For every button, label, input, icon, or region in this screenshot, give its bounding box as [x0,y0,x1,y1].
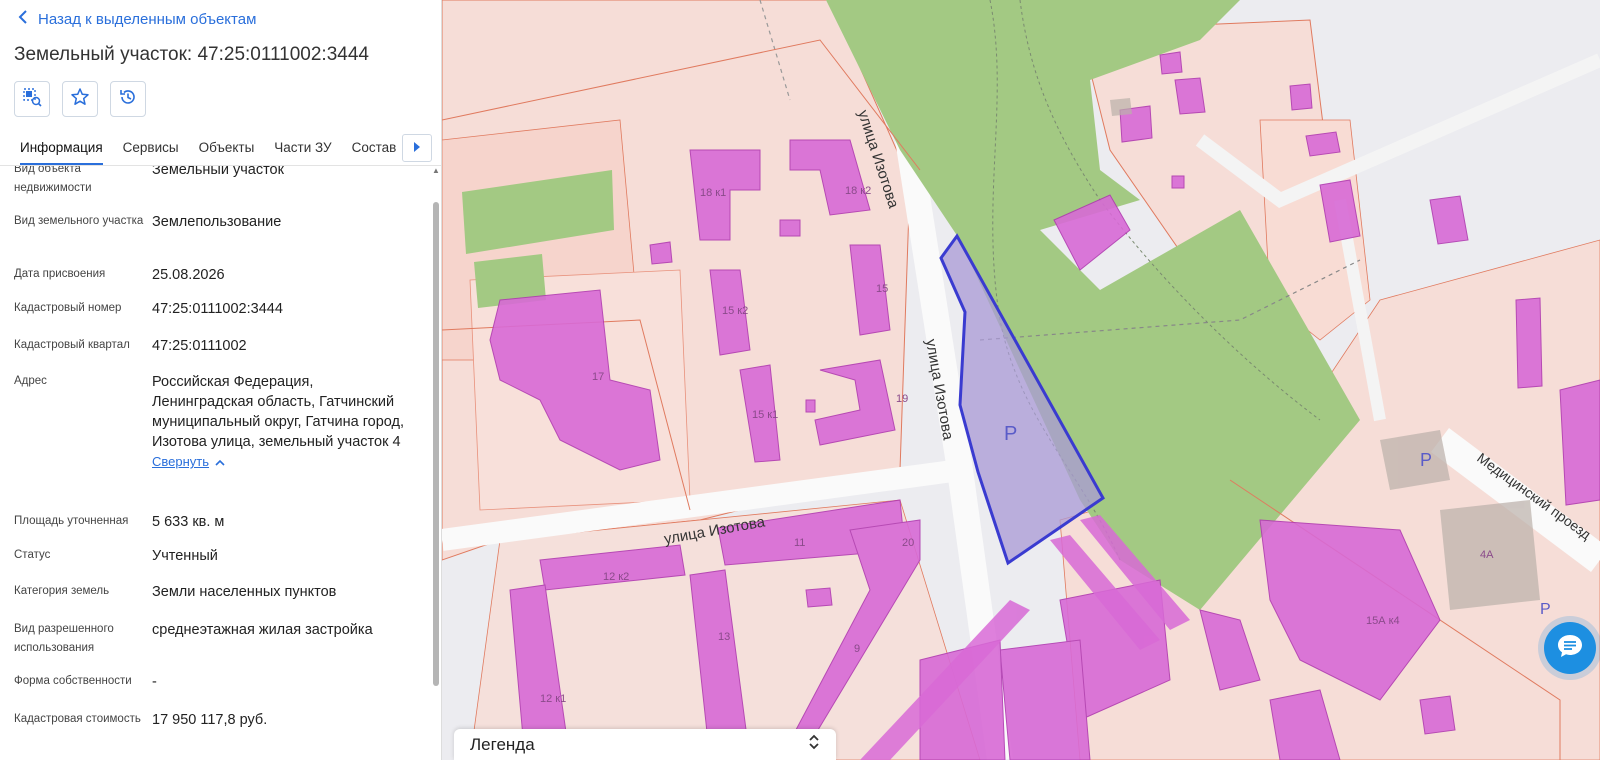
chat-button[interactable] [1544,622,1596,674]
favorite-button[interactable] [62,81,98,117]
expand-collapse-icon [808,733,820,756]
info-row-permitted-use: Вид разрешенного использования среднеэта… [0,620,428,658]
info-label: Кадастровый квартал [14,339,130,351]
info-list: Вид объекта недвижимости Земельный участ… [0,166,428,760]
address-text: Российская Федерация, Ленинградская обла… [152,374,405,450]
building-number: 4А [1480,549,1494,561]
info-label: Кадастровый номер [14,302,122,314]
building-number: 13 [718,631,730,643]
toolbar [14,81,146,117]
building-number: 15 к1 [752,409,778,421]
building-number: 12 к1 [540,693,566,705]
map-canvas: P P P улица Изотова улица Изотова улица … [442,0,1600,760]
scroll-up-icon[interactable]: ▲ [432,166,440,176]
info-row-assign-date: Дата присвоения 25.08.2026 [0,265,428,285]
building-number: 12 к2 [603,571,629,583]
info-value: 25.08.2026 [152,267,225,283]
tab-parts[interactable]: Части ЗУ [274,140,331,165]
info-row-cadastral-block: Кадастровый квартал 47:25:0111002 [0,336,428,356]
history-icon [118,87,138,112]
tab-objects[interactable]: Объекты [199,140,255,165]
info-label: Площадь уточненная [14,515,129,527]
info-value: Землепользование [152,214,282,230]
info-row-address: Адрес Российская Федерация, Ленинградска… [0,372,428,472]
info-row-cadastral-value: Кадастровая стоимость 17 950 117,8 руб. [0,710,428,730]
info-label: Кадастровая стоимость [14,713,141,725]
parking-label: P [1420,450,1432,470]
chevron-left-icon [18,10,28,29]
history-button[interactable] [110,81,146,117]
legend-label: Легенда [470,734,535,754]
info-panel: Назад к выделенным объектам Земельный уч… [0,0,442,760]
info-value: среднеэтажная жилая застройка [152,622,373,638]
info-label: Вид разрешенного использования [14,623,114,654]
building-number: 17 [592,371,604,383]
info-value: Учтенный [152,548,218,564]
info-value: Российская Федерация, Ленинградская обла… [152,372,428,472]
info-label: Форма собственности [14,675,132,687]
info-label: Адрес [14,375,47,387]
info-row-cadastral-number: Кадастровый номер 47:25:0111002:3444 [0,299,428,319]
legend-toggle[interactable]: Легенда [454,729,836,760]
building-number: 18 к2 [845,185,871,197]
building-number: 15 [876,283,888,295]
collapse-link[interactable]: Свернуть [152,452,225,472]
scroll-thumb[interactable] [433,202,439,686]
building-number: 9 [854,643,860,655]
scrollbar[interactable]: ▲ [432,166,440,760]
star-icon [70,87,90,112]
info-label: Статус [14,549,51,561]
building-number: 18 к1 [700,187,726,199]
page-title: Земельный участок: 47:25:0111002:3444 [14,44,369,65]
info-label: Вид объекта недвижимости [14,166,92,194]
info-value: 47:25:0111002 [152,338,247,354]
info-value: 5 633 кв. м [152,514,225,530]
parking-label: P [1540,601,1551,618]
info-label: Категория земель [14,585,110,597]
chevron-up-icon [215,452,225,472]
tab-bar: Информация Сервисы Объекты Части ЗУ Сост… [0,132,441,166]
back-link[interactable]: Назад к выделенным объектам [18,10,256,29]
info-row-status: Статус Учтенный [0,546,428,566]
parking-label: P [1004,423,1017,445]
chat-icon [1555,631,1585,666]
info-value: Земельный участок [152,166,284,178]
map-view[interactable]: P P P улица Изотова улица Изотова улица … [442,0,1600,760]
tab-composition[interactable]: Состав [352,140,397,165]
select-area-button[interactable] [14,81,50,117]
collapse-label: Свернуть [152,454,210,469]
info-row-area: Площадь уточненная 5 633 кв. м [0,512,428,532]
building-number: 20 [902,537,914,549]
info-value: Земли населенных пунктов [152,584,337,600]
caret-right-icon [413,139,421,157]
back-link-label: Назад к выделенным объектам [38,11,257,28]
info-row-object-type: Вид объекта недвижимости Земельный участ… [0,166,428,198]
building-number: 19 [896,393,908,405]
info-value: 17 950 117,8 руб. [152,712,268,728]
info-row-land-type: Вид земельного участка Землепользование [0,212,428,232]
tab-services[interactable]: Сервисы [123,140,179,165]
info-label: Дата присвоения [14,268,106,280]
app: Назад к выделенным объектам Земельный уч… [0,0,1600,760]
select-area-icon [21,86,43,113]
tabs-next-button[interactable] [402,134,432,162]
building-number: 15 к2 [722,305,748,317]
building-number: 11 [794,537,805,549]
info-row-ownership: Форма собственности - [0,672,428,692]
info-value: - [152,674,157,690]
info-value: 47:25:0111002:3444 [152,301,283,317]
building-number: 15А к4 [1366,615,1400,627]
info-row-land-category: Категория земель Земли населенных пункто… [0,582,428,602]
tab-information[interactable]: Информация [20,140,103,165]
info-label: Вид земельного участка [14,215,144,227]
